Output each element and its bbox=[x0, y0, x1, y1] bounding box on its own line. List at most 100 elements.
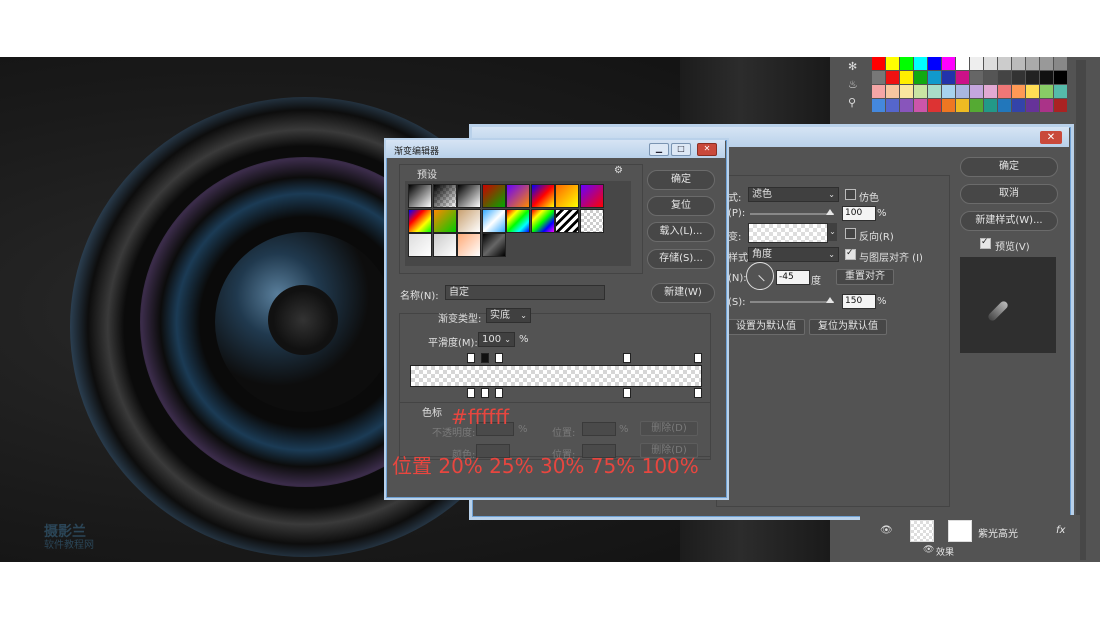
brush-settings-icon[interactable]: ✻ bbox=[848, 60, 868, 78]
preset-gradient-tile[interactable] bbox=[579, 208, 604, 233]
color-swatch[interactable] bbox=[942, 57, 955, 70]
dither-checkbox[interactable] bbox=[845, 189, 856, 200]
preset-gradient-tile[interactable] bbox=[457, 233, 481, 257]
color-swatch[interactable] bbox=[942, 99, 955, 112]
color-swatch[interactable] bbox=[1012, 99, 1025, 112]
color-swatch[interactable] bbox=[1012, 57, 1025, 70]
color-swatch[interactable] bbox=[984, 99, 997, 112]
color-stop[interactable] bbox=[623, 388, 631, 398]
color-swatch[interactable] bbox=[970, 99, 983, 112]
color-swatch[interactable] bbox=[1026, 71, 1039, 84]
color-swatch[interactable] bbox=[942, 85, 955, 98]
preset-gradient-tile[interactable] bbox=[408, 233, 432, 257]
angle-dial[interactable] bbox=[746, 262, 774, 290]
color-swatch[interactable] bbox=[872, 71, 885, 84]
opacity-stop[interactable] bbox=[466, 353, 475, 363]
layer-name[interactable]: 紫光高光 bbox=[978, 525, 1018, 540]
color-stop[interactable] bbox=[694, 388, 702, 398]
preset-gradient-tile[interactable] bbox=[432, 184, 457, 208]
color-swatch[interactable] bbox=[1040, 85, 1053, 98]
effects-eye-icon[interactable]: 👁 bbox=[923, 545, 934, 555]
minimize-icon[interactable]: ▁ bbox=[649, 143, 669, 156]
color-swatch[interactable] bbox=[1012, 85, 1025, 98]
color-swatch[interactable] bbox=[914, 85, 927, 98]
opacity-stop[interactable] bbox=[495, 353, 504, 363]
color-swatch[interactable] bbox=[956, 99, 969, 112]
preset-gradient-tile[interactable] bbox=[555, 208, 579, 233]
chevron-down-icon[interactable]: ⌄ bbox=[828, 223, 837, 241]
preset-gradient-tile[interactable] bbox=[432, 208, 457, 233]
color-swatch[interactable] bbox=[872, 99, 885, 112]
smoothness-select[interactable]: 100 ⌄ bbox=[478, 332, 515, 347]
color-swatch[interactable] bbox=[1040, 57, 1053, 70]
gradient-editor-titlebar[interactable]: 渐变编辑器 ▁ □ ✕ bbox=[386, 140, 725, 158]
color-swatch[interactable] bbox=[914, 99, 927, 112]
preset-gradient-tile[interactable] bbox=[555, 184, 579, 208]
color-swatch[interactable] bbox=[886, 85, 899, 98]
opacity-slider[interactable] bbox=[750, 209, 834, 215]
color-swatch[interactable] bbox=[970, 71, 983, 84]
preset-gradient-tile[interactable] bbox=[481, 184, 506, 208]
color-stop[interactable] bbox=[466, 388, 475, 398]
maximize-icon[interactable]: □ bbox=[671, 143, 691, 156]
new-style-button[interactable]: 新建样式(W)... bbox=[960, 211, 1058, 231]
color-swatch[interactable] bbox=[914, 57, 927, 70]
color-swatch[interactable] bbox=[900, 57, 913, 70]
preset-gradient-tile[interactable] bbox=[457, 184, 481, 208]
color-swatch[interactable] bbox=[1054, 57, 1067, 70]
color-swatch[interactable] bbox=[1026, 85, 1039, 98]
scale-slider[interactable] bbox=[750, 297, 834, 303]
color-swatch[interactable] bbox=[956, 85, 969, 98]
color-stop[interactable] bbox=[481, 388, 489, 398]
opacity-input[interactable]: 100 bbox=[842, 206, 876, 221]
color-stops-track[interactable] bbox=[410, 388, 702, 398]
stop-position-input[interactable] bbox=[582, 422, 616, 436]
preset-gradient-tile[interactable] bbox=[530, 208, 555, 233]
color-swatch[interactable] bbox=[900, 71, 913, 84]
color-swatch[interactable] bbox=[900, 85, 913, 98]
preset-gradient-tile[interactable] bbox=[506, 208, 530, 233]
color-swatch[interactable] bbox=[900, 99, 913, 112]
opacity-stop[interactable] bbox=[481, 353, 489, 363]
gradient-save-button[interactable]: 存储(S)... bbox=[647, 249, 715, 269]
color-swatch[interactable] bbox=[886, 57, 899, 70]
color-swatch[interactable] bbox=[956, 57, 969, 70]
reset-default-button[interactable]: 复位为默认值 bbox=[809, 319, 887, 335]
color-swatch[interactable] bbox=[998, 57, 1011, 70]
color-swatch[interactable] bbox=[914, 71, 927, 84]
opacity-stop[interactable] bbox=[623, 353, 631, 363]
layer-style-ok-button[interactable]: 确定 bbox=[960, 157, 1058, 177]
delete-stop-button[interactable]: 删除(D) bbox=[640, 421, 698, 436]
opacity-stops-track[interactable] bbox=[410, 353, 702, 363]
color-swatch[interactable] bbox=[1040, 71, 1053, 84]
color-swatch[interactable] bbox=[942, 71, 955, 84]
color-swatch[interactable] bbox=[998, 71, 1011, 84]
preview-checkbox[interactable] bbox=[980, 237, 991, 249]
align-with-layer-checkbox[interactable] bbox=[845, 248, 856, 260]
color-swatch[interactable] bbox=[886, 71, 899, 84]
clone-source-icon[interactable]: ⚲ bbox=[848, 96, 868, 114]
color-swatch[interactable] bbox=[928, 85, 941, 98]
preset-gradient-tile[interactable] bbox=[530, 184, 555, 208]
preset-gradient-tile[interactable] bbox=[432, 233, 457, 257]
preset-gradient-tile[interactable] bbox=[457, 208, 481, 233]
brush-icon[interactable]: ♨ bbox=[848, 78, 868, 96]
preset-gradient-tile[interactable] bbox=[506, 184, 530, 208]
gradient-preview-swatch[interactable] bbox=[748, 223, 828, 243]
color-swatch[interactable] bbox=[984, 85, 997, 98]
preset-gradient-tile[interactable] bbox=[481, 208, 506, 233]
color-swatch[interactable] bbox=[1054, 99, 1067, 112]
preset-gradient-tile[interactable] bbox=[579, 184, 604, 208]
color-swatch[interactable] bbox=[1026, 99, 1039, 112]
gradient-ok-button[interactable]: 确定 bbox=[647, 170, 715, 190]
layer-style-cancel-button[interactable]: 取消 bbox=[960, 184, 1058, 204]
fx-icon[interactable]: fx bbox=[1056, 525, 1065, 536]
close-icon[interactable]: ✕ bbox=[697, 143, 717, 156]
preset-gradient-tile[interactable] bbox=[481, 233, 506, 257]
color-swatch[interactable] bbox=[956, 71, 969, 84]
gradient-new-button[interactable]: 新建(W) bbox=[651, 283, 715, 303]
color-swatch[interactable] bbox=[984, 71, 997, 84]
color-swatch[interactable] bbox=[1040, 99, 1053, 112]
color-swatch[interactable] bbox=[970, 85, 983, 98]
angle-input[interactable]: -45 bbox=[776, 270, 810, 285]
